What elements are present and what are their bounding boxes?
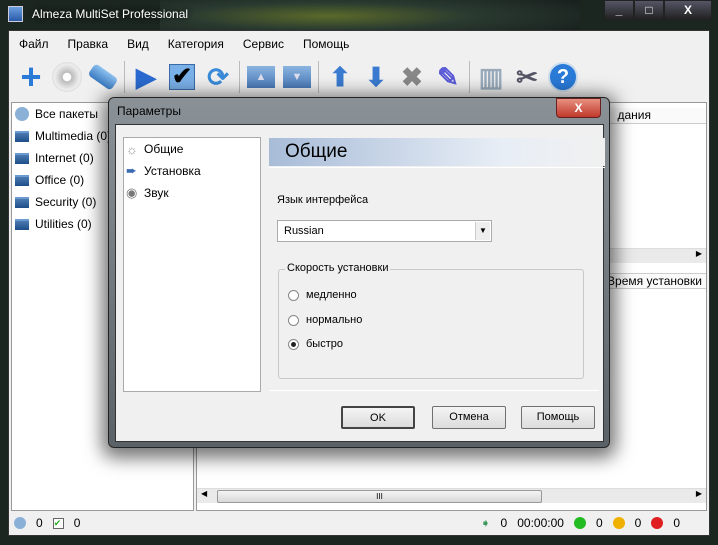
folder-icon	[15, 130, 29, 142]
nav-general[interactable]: ☼ Общие	[124, 138, 260, 160]
radio-fast[interactable]: быстро	[288, 338, 343, 350]
red-count: 0	[673, 516, 680, 530]
red-status-icon	[651, 517, 664, 529]
menu-bar: Файл Правка Вид Категория Сервис Помощь	[9, 33, 358, 55]
refresh-icon[interactable]: ⟳	[200, 59, 236, 95]
green-status-icon	[573, 517, 586, 529]
nav-sound[interactable]: ◉ Звук	[124, 182, 260, 204]
run-icon: ➧	[480, 516, 491, 530]
help-icon[interactable]: ?	[545, 59, 581, 95]
menu-service[interactable]: Сервис	[233, 33, 293, 55]
speed-group: Скорость установки медленно нормально бы…	[278, 262, 584, 379]
window-title: Almeza MultiSet Professional	[32, 7, 189, 21]
green-count: 0	[595, 516, 603, 530]
toolbar: + ▶ ✔ ⟳ ▲ ▼ ⬆ ⬇ ✖ ✎ ▥ ✂ ?	[13, 56, 581, 97]
checked-icon: ✔	[52, 517, 64, 529]
menu-help[interactable]: Помощь	[293, 33, 358, 55]
chevron-down-icon[interactable]: ▼	[475, 222, 490, 240]
all-packages-icon	[15, 107, 29, 121]
dialog-title: Параметры	[117, 104, 181, 118]
close-button[interactable]: X	[664, 0, 712, 20]
menu-edit[interactable]: Правка	[58, 33, 118, 55]
dialog-close-button[interactable]: X	[556, 98, 601, 118]
menu-category[interactable]: Категория	[158, 33, 233, 55]
section-title: Общие	[269, 138, 605, 166]
menu-file[interactable]: Файл	[9, 33, 58, 55]
running-count: 0	[500, 516, 508, 530]
ok-button[interactable]: OK	[341, 406, 415, 429]
folder-down-icon[interactable]: ▼	[279, 59, 315, 95]
speaker-icon: ◉	[126, 185, 138, 200]
menu-view[interactable]: Вид	[117, 33, 158, 55]
arrow-right-icon: ➨	[126, 163, 137, 178]
nav-install[interactable]: ➨ Установка	[124, 160, 260, 182]
elapsed-time: 00:00:00	[517, 516, 564, 530]
folder-icon	[15, 196, 29, 208]
check-icon[interactable]: ✔	[164, 59, 200, 95]
folder-up-icon[interactable]: ▲	[243, 59, 279, 95]
folder-icon	[15, 152, 29, 164]
language-label: Язык интерфейса	[277, 194, 369, 206]
cancel-button[interactable]: Отмена	[432, 406, 506, 429]
arrow-up-icon[interactable]: ⬆	[322, 59, 358, 95]
maximize-button[interactable]: □	[634, 0, 664, 20]
radio-normal[interactable]: нормально	[288, 314, 362, 326]
packages-icon	[14, 517, 26, 529]
language-select[interactable]: Russian ▼	[277, 220, 492, 242]
app-icon	[8, 6, 23, 22]
usb-icon[interactable]	[85, 59, 121, 95]
radio-slow[interactable]: медленно	[288, 289, 357, 301]
settings-nav: ☼ Общие ➨ Установка ◉ Звук	[123, 137, 261, 392]
checked-count: 0	[73, 516, 81, 530]
scroll-thumb[interactable]: III	[217, 490, 542, 503]
yellow-status-icon	[612, 517, 625, 529]
gear-icon: ☼	[126, 141, 138, 157]
delete-icon[interactable]: ✖	[394, 59, 430, 95]
yellow-count: 0	[634, 516, 642, 530]
cd-icon[interactable]	[49, 59, 85, 95]
install-icon[interactable]: ▥	[473, 59, 509, 95]
add-icon[interactable]: +	[13, 56, 49, 97]
folder-icon	[15, 174, 29, 186]
settings-dialog: Параметры X ☼ Общие ➨ Установка ◉ Звук Общи…	[108, 97, 610, 448]
bottom-list-hscroll[interactable]: ◀ III ▶	[197, 488, 706, 503]
minimize-button[interactable]: _	[604, 0, 634, 20]
play-icon[interactable]: ▶	[128, 59, 164, 95]
packages-count: 0	[36, 516, 43, 530]
help-button[interactable]: Помощь	[521, 406, 595, 429]
edit-icon[interactable]: ✎	[430, 59, 466, 95]
folder-icon	[15, 218, 29, 230]
arrow-down-icon[interactable]: ⬇	[358, 59, 394, 95]
tools-icon[interactable]: ✂	[509, 59, 545, 95]
status-bar: 0 ✔ 0 ➧ 0 00:00:00 0 0 0	[9, 511, 709, 535]
